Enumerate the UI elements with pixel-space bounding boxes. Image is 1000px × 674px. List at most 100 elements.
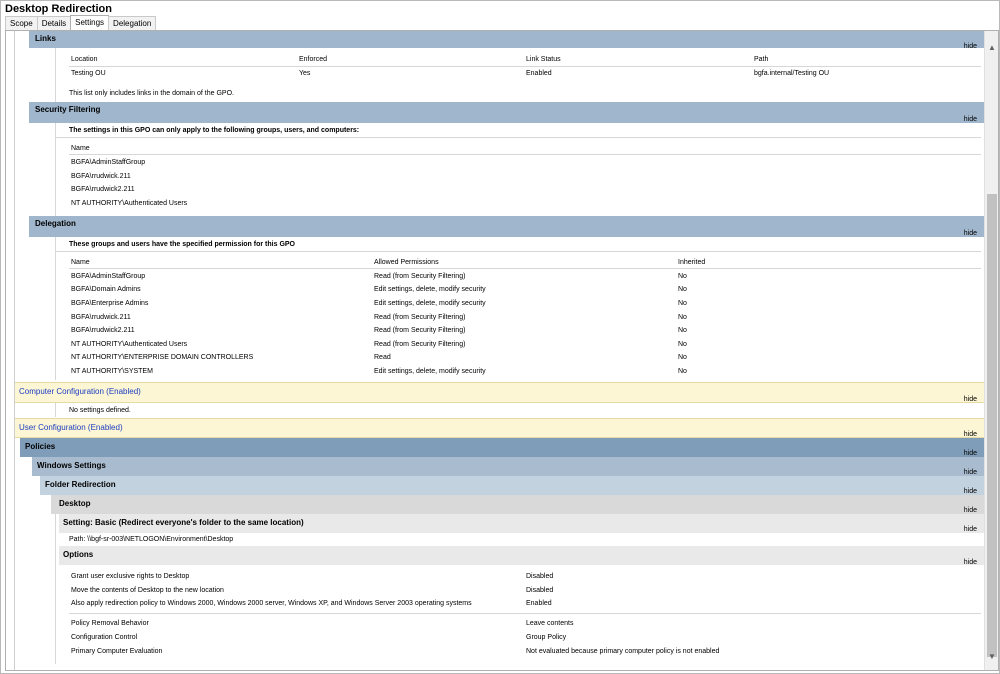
delegation-row-inherited: No <box>678 354 687 361</box>
delegation-row-permission: Edit settings, delete, modify security <box>374 300 486 307</box>
option-value: Disabled <box>526 587 554 594</box>
user-config-hide-link[interactable]: hide <box>964 431 977 438</box>
links-title: Links <box>35 34 56 43</box>
links-row-location: Testing OU <box>71 70 106 77</box>
policy-option-value: Not evaluated because primary computer p… <box>526 648 720 655</box>
delegation-row-permission: Edit settings, delete, modify security <box>374 368 486 375</box>
options-header[interactable]: Options <box>59 546 984 565</box>
security-filtering-heading: The settings in this GPO can only apply … <box>69 127 360 134</box>
option-label: Move the contents of Desktop to the new … <box>71 587 224 594</box>
links-row-path: bgfa.internal/Testing OU <box>754 70 830 77</box>
delegation-row-permission: Read (from Security Filtering) <box>374 314 466 321</box>
options-hide-link[interactable]: hide <box>964 559 977 566</box>
windows-settings-title: Windows Settings <box>37 461 106 470</box>
option-value: Disabled <box>526 573 554 580</box>
policies-hide-link[interactable]: hide <box>964 450 977 457</box>
option-label: Also apply redirection policy to Windows… <box>71 600 472 607</box>
delegation-heading: These groups and users have the specifie… <box>69 241 296 248</box>
delegation-col-permissions: Allowed Permissions <box>374 259 439 266</box>
policy-option-label: Configuration Control <box>71 634 138 641</box>
policies-header[interactable]: Policies <box>20 438 984 457</box>
delegation-indent-rule <box>55 237 56 380</box>
option-label: Grant user exclusive rights to Desktop <box>71 573 190 580</box>
delegation-row-permission: Read <box>374 354 391 361</box>
delegation-row-inherited: No <box>678 341 687 348</box>
windows-settings-hide-link[interactable]: hide <box>964 469 977 476</box>
delegation-col-rule <box>69 268 981 269</box>
security-item: BGFA\rrudwick2.211 <box>71 186 135 193</box>
delegation-title: Delegation <box>35 219 76 228</box>
scroll-down-icon[interactable]: ▼ <box>985 650 998 664</box>
links-col-link-status: Link Status <box>526 56 561 63</box>
delegation-row-permission: Read (from Security Filtering) <box>374 327 466 334</box>
scroll-up-icon[interactable]: ▲ <box>985 41 998 55</box>
security-filtering-title: Security Filtering <box>35 105 101 114</box>
delegation-section-header[interactable]: Delegation <box>29 216 984 237</box>
setting-title: Setting: Basic (Redirect everyone's fold… <box>63 518 304 527</box>
delegation-row-inherited: No <box>678 286 687 293</box>
computer-config-hide-link[interactable]: hide <box>964 396 977 403</box>
delegation-row-name: NT AUTHORITY\ENTERPRISE DOMAIN CONTROLLE… <box>71 354 254 361</box>
computer-indent-rule <box>55 403 56 417</box>
policy-option-value: Leave contents <box>526 620 574 627</box>
folder-redirection-hide-link[interactable]: hide <box>964 488 977 495</box>
options-title: Options <box>63 550 94 559</box>
tab-details[interactable]: Details <box>36 16 72 30</box>
delegation-hide-link[interactable]: hide <box>964 230 977 237</box>
links-header-rule <box>69 66 981 67</box>
desktop-title: Desktop <box>59 499 91 508</box>
links-note: This list only includes links in the dom… <box>69 90 234 97</box>
delegation-row-name: NT AUTHORITY\SYSTEM <box>71 368 153 375</box>
security-item: BGFA\rrudwick.211 <box>71 173 131 180</box>
policy-option-label: Primary Computer Evaluation <box>71 648 163 655</box>
folder-redirection-header[interactable]: Folder Redirection <box>40 476 984 495</box>
windows-settings-header[interactable]: Windows Settings <box>32 457 984 476</box>
tab-scope[interactable]: Scope <box>5 16 38 30</box>
links-section-header[interactable]: Links <box>29 31 984 48</box>
setting-header[interactable]: Setting: Basic (Redirect everyone's fold… <box>59 514 984 533</box>
delegation-row-name: BGFA\rrudwick.211 <box>71 314 131 321</box>
delegation-row-name: NT AUTHORITY\Authenticated Users <box>71 341 188 348</box>
links-col-enforced: Enforced <box>299 56 328 63</box>
delegation-row-name: BGFA\Domain Admins <box>71 286 141 293</box>
vertical-scrollbar[interactable]: ▲ ▼ <box>984 31 998 670</box>
delegation-row-name: BGFA\Enterprise Admins <box>71 300 149 307</box>
computer-config-header[interactable]: Computer Configuration (Enabled) <box>15 382 984 403</box>
delegation-row-inherited: No <box>678 273 687 280</box>
delegation-row-inherited: No <box>678 300 687 307</box>
options-divider <box>69 613 981 614</box>
tab-strip: Scope Details Settings Delegation <box>5 15 157 30</box>
delegation-col-inherited: Inherited <box>678 259 706 266</box>
redirect-path: Path: \\bgf-sr-003\NETLOGON\Environment\… <box>69 536 234 543</box>
settings-panel: Links hide Location Enforced Link Status… <box>5 30 999 671</box>
delegation-row-inherited: No <box>678 327 687 334</box>
tab-settings[interactable]: Settings <box>70 15 110 30</box>
tab-delegation[interactable]: Delegation <box>108 16 157 30</box>
report-content: Links hide Location Enforced Link Status… <box>14 31 984 670</box>
links-indent-rule <box>55 48 56 102</box>
links-col-location: Location <box>71 56 98 63</box>
links-col-path: Path <box>754 56 769 63</box>
window-title: Desktop Redirection <box>5 3 112 15</box>
links-row-enforced: Yes <box>299 70 311 77</box>
links-hide-link[interactable]: hide <box>964 43 977 50</box>
delegation-row-name: BGFA\AdminStaffGroup <box>71 273 146 280</box>
delegation-row-inherited: No <box>678 368 687 375</box>
policies-title: Policies <box>25 442 56 451</box>
security-item: BGFA\AdminStaffGroup <box>71 159 146 166</box>
delegation-row-inherited: No <box>678 314 687 321</box>
delegation-heading-rule <box>55 251 981 252</box>
security-filtering-hide-link[interactable]: hide <box>964 116 977 123</box>
scrollbar-thumb[interactable] <box>987 194 997 657</box>
setting-hide-link[interactable]: hide <box>964 526 977 533</box>
delegation-row-permission: Edit settings, delete, modify security <box>374 286 486 293</box>
delegation-row-permission: Read (from Security Filtering) <box>374 273 466 280</box>
computer-config-title: Computer Configuration (Enabled) <box>19 387 141 396</box>
option-value: Enabled <box>526 600 552 607</box>
security-filtering-header[interactable]: Security Filtering <box>29 102 984 123</box>
user-config-header[interactable]: User Configuration (Enabled) <box>15 418 984 438</box>
desktop-hide-link[interactable]: hide <box>964 507 977 514</box>
delegation-row-name: BGFA\rrudwick2.211 <box>71 327 135 334</box>
desktop-header[interactable]: Desktop <box>51 495 984 514</box>
folder-redirection-title: Folder Redirection <box>45 480 116 489</box>
